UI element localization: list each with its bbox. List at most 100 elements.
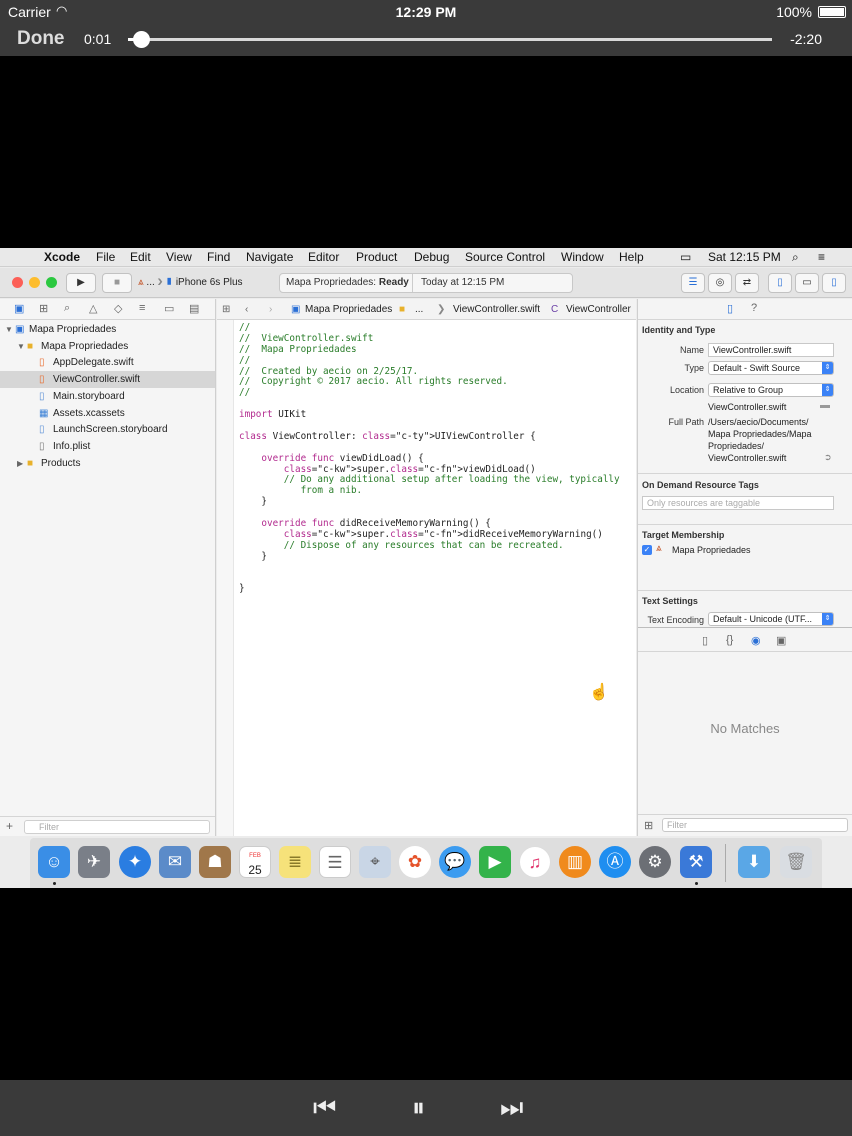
toggle-navigator-icon[interactable]: ▯ [768,273,792,293]
odr-tags-field[interactable]: Only resources are taggable [642,496,834,510]
menu-help[interactable]: Help [619,250,644,264]
jump-group[interactable]: ... [415,299,423,320]
reveal-in-finder-icon[interactable]: ➲ [824,452,832,463]
code-snippet-library-icon[interactable]: {} [726,634,733,646]
notes-icon[interactable]: ≣ [279,846,311,878]
system-preferences-icon[interactable]: ⚙ [639,846,671,878]
project-navigator-icon[interactable]: ▣ [14,302,24,315]
target-checkbox[interactable]: ✓ [642,545,652,555]
display-icon[interactable]: ▭ [680,250,691,264]
reminders-icon[interactable]: ☰ [319,846,351,878]
toggle-debug-area-icon[interactable]: ▭ [795,273,819,293]
debug-navigator-icon[interactable]: ≡ [139,302,145,314]
minimize-window-icon[interactable] [29,277,40,288]
itunes-icon[interactable]: ♫ [519,846,551,878]
breakpoint-navigator-icon[interactable]: ▭ [164,302,174,315]
code-text[interactable]: //// ViewController.swift// Mapa Proprie… [239,322,620,595]
jump-symbol[interactable]: ViewController [566,299,631,320]
pause-icon[interactable]: ⏸ [412,1092,425,1124]
object-library-icon[interactable]: ◉ [751,634,761,647]
jump-file[interactable]: ViewController.swift [453,299,540,320]
menu-navigate[interactable]: Navigate [246,250,293,264]
navigator-filter-input[interactable]: Filter [24,820,210,834]
find-navigator-icon[interactable]: ⌕ [64,302,70,315]
scheme-selector[interactable]: ⩓ ... ❯ ▮ iPhone 6s Plus [138,273,273,293]
add-file-icon[interactable]: + [6,819,13,833]
disclosure-triangle-icon[interactable]: ▼ [17,338,25,355]
library-filter-input[interactable]: Filter [662,818,848,832]
related-items-icon[interactable]: ⊞ [222,299,230,320]
launchpad-icon[interactable]: ✈ [78,846,110,878]
photos-icon[interactable]: ✿ [399,846,431,878]
media-library-icon[interactable]: ▣ [776,634,786,647]
tree-item[interactable]: ▼ ■ Mapa Propriedades [0,338,215,355]
menu-file[interactable]: File [96,250,115,264]
text-encoding-popup[interactable]: Default - Unicode (UTF... ⇕ [708,612,834,626]
trash-icon[interactable]: 🗑 [780,846,812,878]
app-store-icon[interactable]: Ⓐ [599,846,631,878]
tree-item[interactable]: ▼ ▣ Mapa Propriedades [0,321,215,338]
disclosure-triangle-icon[interactable]: ▶ [17,455,23,472]
tree-item[interactable]: ▶ ■ Products [0,455,215,472]
downloads-folder-icon[interactable]: ⬇ [738,846,770,878]
type-popup[interactable]: Default - Swift Source ⇕ [708,361,834,375]
file-template-library-icon[interactable]: ▯ [702,634,708,647]
menu-source-control[interactable]: Source Control [465,250,545,264]
quick-help-icon[interactable]: ? [751,302,757,314]
video-frame[interactable]: Xcode File Edit View Find Navigate Edito… [0,248,852,888]
menu-edit[interactable]: Edit [130,250,151,264]
contacts-icon[interactable]: ☗ [199,846,231,878]
report-navigator-icon[interactable]: ▤ [189,302,199,315]
zoom-window-icon[interactable] [46,277,57,288]
test-navigator-icon[interactable]: ◇ [114,302,122,315]
menu-debug[interactable]: Debug [414,250,449,264]
grid-view-icon[interactable]: ⊞ [644,819,653,832]
maps-icon[interactable]: ⌖ [359,846,391,878]
notification-center-icon[interactable]: ≡ [818,250,825,264]
tree-item[interactable]: ▯ Info.plist [0,438,215,455]
scrubber-track[interactable] [128,31,772,48]
menu-app-name[interactable]: Xcode [44,250,80,264]
standard-editor-icon[interactable]: ☰ [681,273,705,293]
messages-icon[interactable]: 💬 [439,846,471,878]
back-icon[interactable]: ‹ [245,299,248,320]
menu-window[interactable]: Window [561,250,604,264]
assistant-editor-icon[interactable]: ◎ [708,273,732,293]
symbol-navigator-icon[interactable]: ⊞ [39,302,48,315]
fast-forward-icon[interactable]: ⏭ [500,1092,523,1124]
menu-clock[interactable]: Sat 12:15 PM [708,250,781,264]
stop-button[interactable]: ■ [102,273,132,293]
xcode-icon[interactable]: ⚒ [680,846,712,878]
finder-icon[interactable]: ☺ [38,846,70,878]
tree-item[interactable]: ▯ LaunchScreen.storyboard [0,421,215,438]
calendar-icon[interactable]: FEB 25 [239,846,271,878]
toggle-utilities-icon[interactable]: ▯ [822,273,846,293]
menu-find[interactable]: Find [207,250,230,264]
run-button[interactable]: ▶ [66,273,96,293]
version-editor-icon[interactable]: ⇄ [735,273,759,293]
menu-editor[interactable]: Editor [308,250,339,264]
tree-item[interactable]: ▯ ViewController.swift [0,371,215,389]
forward-icon[interactable]: › [269,299,272,320]
tree-item[interactable]: ▯ AppDelegate.swift [0,354,215,371]
name-field[interactable]: ViewController.swift [708,343,834,357]
ibooks-icon[interactable]: ▥ [559,846,591,878]
choose-file-folder-icon[interactable]: ▬ [820,400,830,411]
scrubber-knob[interactable] [132,31,150,48]
tree-item[interactable]: ▯ Main.storyboard [0,388,215,405]
spotlight-icon[interactable]: ⌕ [792,250,799,265]
jump-project[interactable]: Mapa Propriedades [305,299,392,320]
rewind-icon[interactable]: ⏮ [313,1092,336,1124]
safari-icon[interactable]: ✦ [119,846,151,878]
issue-navigator-icon[interactable]: △ [89,302,97,315]
disclosure-triangle-icon[interactable]: ▼ [5,321,13,338]
done-button[interactable]: Done [17,28,65,50]
mail-icon[interactable]: ✉ [159,846,191,878]
location-popup[interactable]: Relative to Group ⇕ [708,383,834,397]
close-window-icon[interactable] [12,277,23,288]
file-inspector-icon[interactable]: ▯ [727,302,733,315]
tree-item[interactable]: ▦ Assets.xcassets [0,405,215,422]
facetime-icon[interactable]: ▶ [479,846,511,878]
menu-product[interactable]: Product [356,250,397,264]
menu-view[interactable]: View [166,250,192,264]
